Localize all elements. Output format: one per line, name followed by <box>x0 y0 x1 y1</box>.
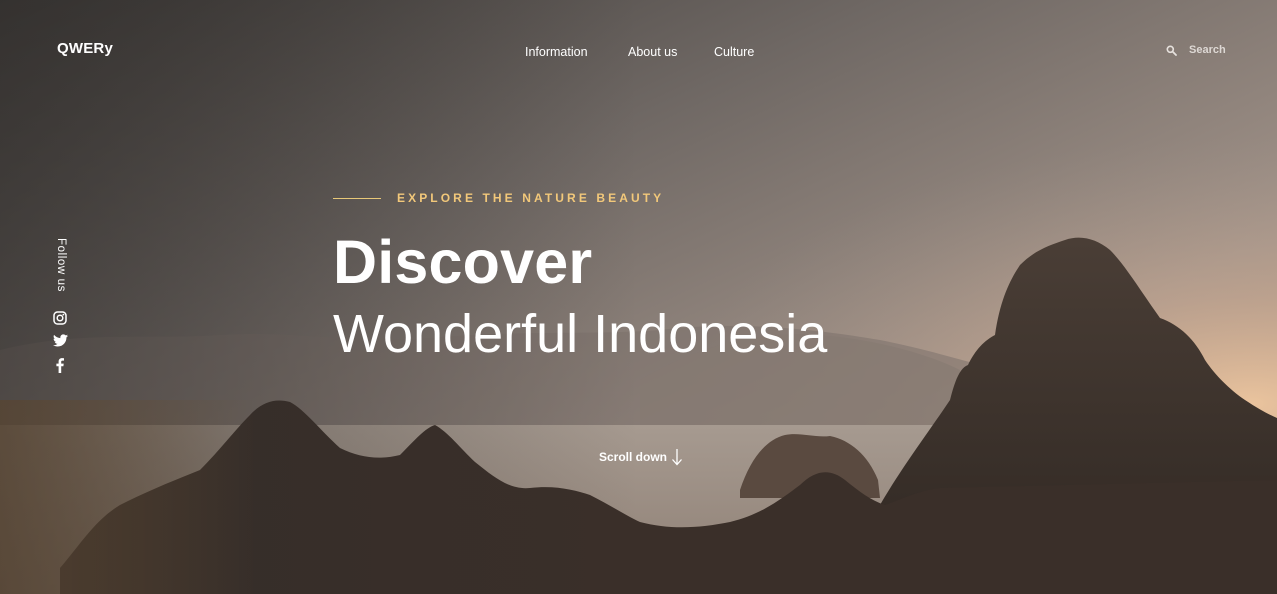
hero-subtitle: Wonderful Indonesia <box>333 304 828 364</box>
scroll-down-button[interactable]: Scroll down <box>599 448 683 466</box>
nav-item-culture[interactable]: Culture <box>714 45 754 59</box>
hero-background-image <box>0 0 1277 594</box>
facebook-icon[interactable] <box>52 357 68 373</box>
search-input[interactable]: Search <box>1189 44 1226 56</box>
hero-section: QWERy Information About us Culture Searc… <box>0 0 1277 594</box>
search-icon[interactable] <box>1166 45 1177 56</box>
hero-title: Discover <box>333 228 593 296</box>
scroll-down-label: Scroll down <box>599 450 668 464</box>
instagram-icon[interactable] <box>52 310 68 326</box>
hero-eyebrow: EXPLORE THE NATURE BEAUTY <box>333 191 664 205</box>
eyebrow-divider <box>333 197 381 199</box>
follow-us-label: Follow us <box>55 238 67 292</box>
eyebrow-text: EXPLORE THE NATURE BEAUTY <box>397 191 665 205</box>
search-box[interactable]: Search <box>1166 44 1226 56</box>
main-nav: Information About us Culture <box>0 45 1277 61</box>
nav-item-information[interactable]: Information <box>525 45 588 59</box>
nav-item-about-us[interactable]: About us <box>628 45 677 59</box>
twitter-icon[interactable] <box>52 332 68 348</box>
arrow-down-icon <box>672 449 682 466</box>
